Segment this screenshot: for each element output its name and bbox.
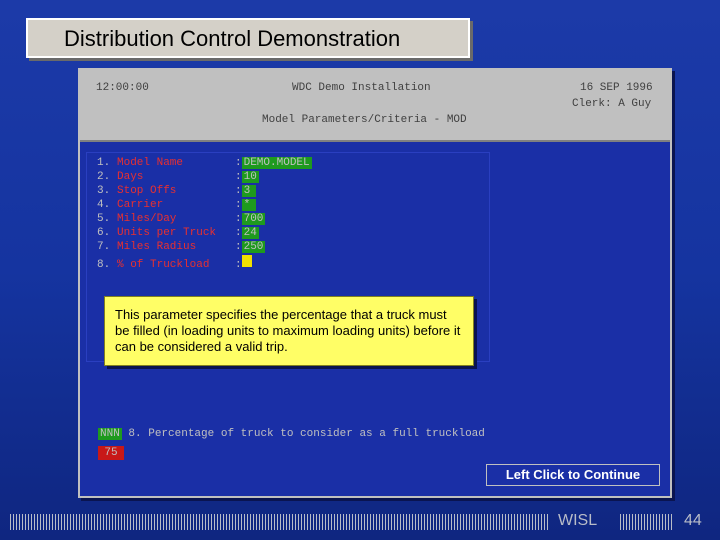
time-display: 12:00:00 [96,82,149,94]
value-field[interactable]: 250 [241,241,266,253]
format-indicator: NNN [98,428,122,440]
input-value-field[interactable]: 75 [98,446,124,460]
value-field[interactable]: 700 [241,213,266,225]
status-description: 8. Percentage of truck to consider as a … [128,428,485,440]
menu-item[interactable]: 8.% of Truckload: [97,255,252,271]
menu-item[interactable]: 5. Miles/Day:700 [97,213,266,227]
value-field[interactable]: 10 [241,171,259,183]
decorative-bars-right [620,514,674,530]
continue-button[interactable]: Left Click to Continue [486,464,660,486]
help-tooltip: This parameter specifies the percentage … [104,296,474,366]
footer: WISL 44 [0,510,720,536]
clerk-display: Clerk: A Guy [572,98,652,110]
brand-label: WISL [558,512,598,529]
screen-title: Model Parameters/Criteria - MOD [262,114,467,126]
menu-item[interactable]: 2. Days:10 [97,171,259,185]
status-line: NNN 8. Percentage of truck to consider a… [98,428,485,442]
value-field[interactable]: DEMO.MODEL [241,157,312,169]
terminal-header: 12:00:00 WDC Demo Installation 16 SEP 19… [80,70,670,142]
menu-item[interactable]: 6. Units per Truck:24 [97,227,259,241]
decorative-bars-left [10,514,550,530]
value-field[interactable]: 24 [241,227,259,239]
menu-item[interactable]: 7. Miles Radius:250 [97,241,266,255]
slide-number: 44 [684,512,702,529]
installation-name: WDC Demo Installation [292,82,431,94]
menu-item[interactable]: 3. Stop Offs:3 [97,185,256,199]
date-display: 16 SEP 1996 [580,82,653,94]
value-field[interactable]: * [241,199,256,211]
terminal-window: 12:00:00 WDC Demo Installation 16 SEP 19… [78,68,672,498]
value-field-cursor[interactable] [241,255,252,267]
value-field[interactable]: 3 [241,185,256,197]
slide-title: Distribution Control Demonstration [26,18,470,58]
menu-item[interactable]: 4. Carrier: * [97,199,256,213]
menu-item[interactable]: 1. Model Name: DEMO.MODEL [97,157,312,171]
